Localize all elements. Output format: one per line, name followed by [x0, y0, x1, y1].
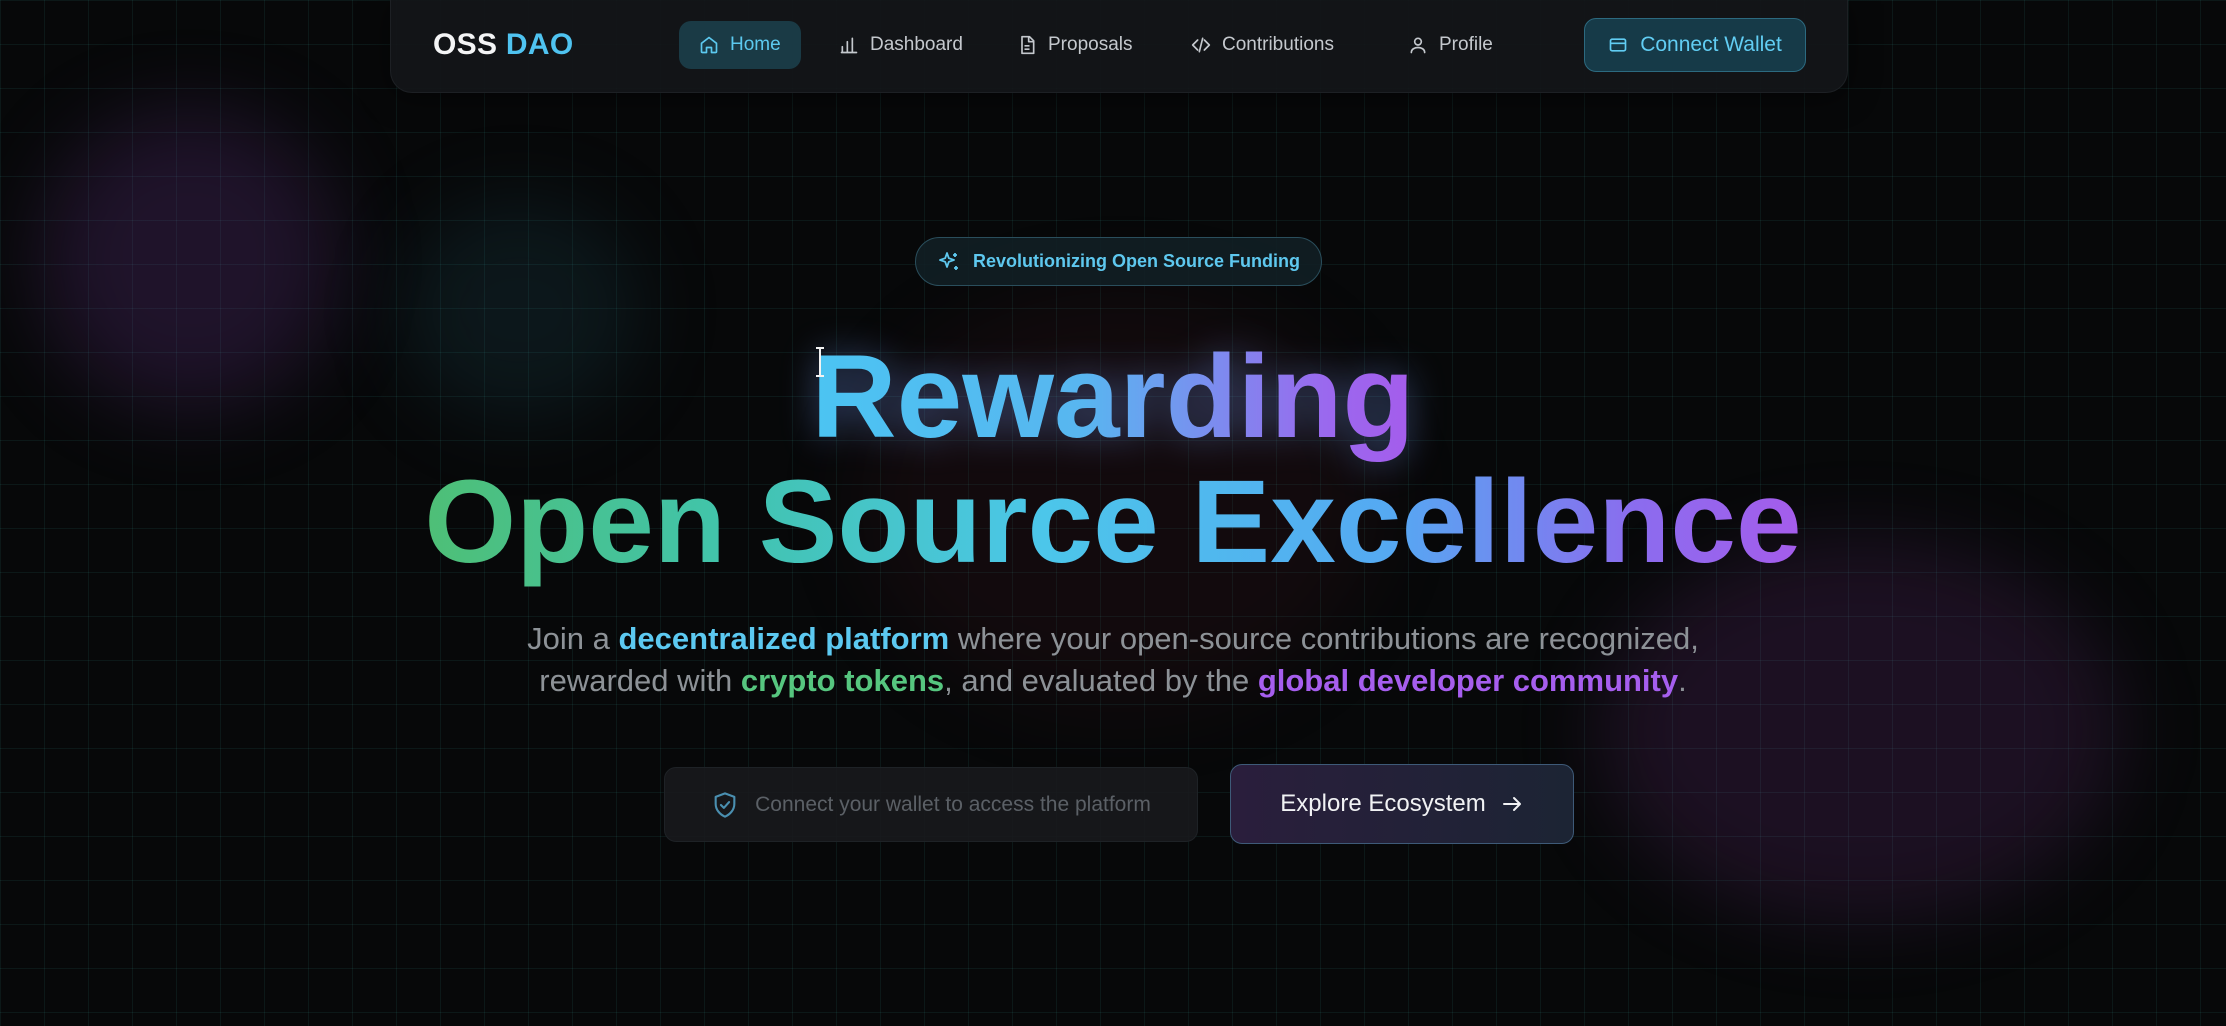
hero-title-line2: Open Source Excellence — [424, 456, 1802, 588]
nav-item-dashboard[interactable]: Dashboard — [819, 21, 983, 69]
connect-wallet-label: Connect Wallet — [1640, 33, 1782, 56]
home-icon — [700, 36, 718, 54]
arrow-right-icon — [1502, 797, 1521, 811]
nav-item-label: Proposals — [1048, 34, 1133, 55]
hero-badge-text: Revolutionizing Open Source Funding — [973, 251, 1300, 271]
highlight-global-community: global developer community — [1257, 663, 1679, 698]
brand-name-part2: DAO — [505, 28, 574, 61]
nav-item-label: Home — [730, 34, 781, 55]
connect-wallet-button[interactable]: Connect Wallet — [1584, 18, 1806, 72]
nav-item-label: Contributions — [1222, 34, 1334, 55]
wallet-required-text: Connect your wallet to access the platfo… — [755, 792, 1151, 816]
hero-badge: Revolutionizing Open Source Funding — [915, 237, 1322, 286]
nav-item-profile[interactable]: Profile — [1388, 21, 1513, 69]
highlight-decentralized-platform: decentralized platform — [618, 621, 950, 656]
nav-item-contributions[interactable]: Contributions — [1171, 21, 1354, 69]
nav-item-proposals[interactable]: Proposals — [997, 21, 1153, 69]
text-cursor-icon — [816, 347, 824, 377]
code-icon — [1191, 37, 1211, 53]
nav-item-label: Dashboard — [870, 34, 963, 55]
highlight-crypto-tokens: crypto tokens — [740, 663, 945, 698]
shield-check-icon — [714, 791, 736, 818]
brand-logo[interactable]: OSS DAO — [433, 28, 573, 62]
document-icon — [1021, 35, 1035, 55]
bar-chart-icon — [840, 37, 858, 54]
hero-subtitle: Join a decentralized platform where your… — [527, 621, 1699, 698]
explore-ecosystem-button[interactable]: Explore Ecosystem — [1230, 764, 1574, 844]
brand-name-part1: OSS — [433, 28, 498, 61]
nav-item-label: Profile — [1439, 34, 1493, 55]
wallet-icon — [1609, 38, 1627, 52]
background-glow — [1600, 540, 2120, 920]
wallet-required-notice: Connect your wallet to access the platfo… — [664, 767, 1198, 842]
nav-item-home[interactable]: Home — [679, 21, 801, 69]
explore-ecosystem-label: Explore Ecosystem — [1280, 790, 1486, 817]
hero-title-line1: Rewarding — [811, 331, 1415, 463]
user-icon — [1410, 37, 1426, 54]
top-navbar: OSS DAO Home Dashboard Proposals Contrib… — [390, 0, 1848, 93]
sparkles-icon — [939, 251, 958, 270]
